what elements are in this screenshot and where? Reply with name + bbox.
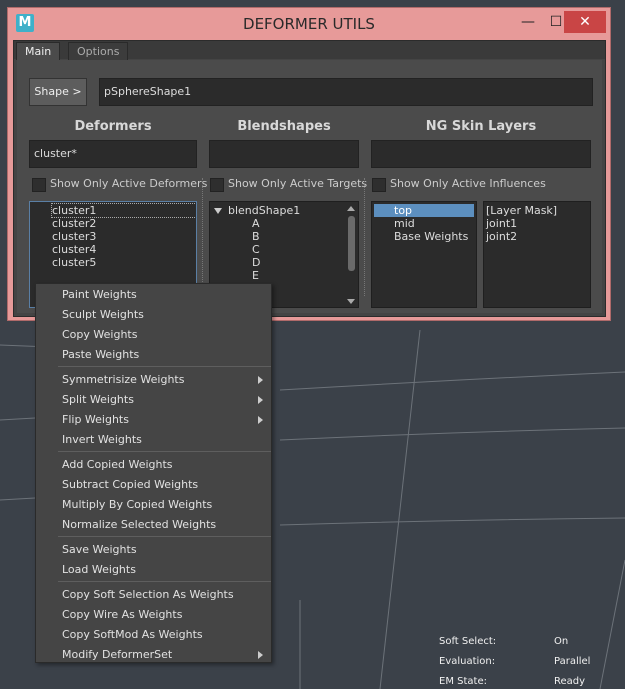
menu-item-copy-softmod[interactable]: Copy SoftMod As Weights bbox=[62, 627, 203, 643]
main-panel: Shape > pSphereShape1 Deformers Blendsha… bbox=[17, 60, 602, 313]
active-targets-label: Show Only Active Targets bbox=[228, 177, 368, 190]
list-item[interactable]: joint2 bbox=[486, 230, 590, 243]
tab-bar: Main Options bbox=[14, 41, 605, 60]
menu-item-copy-wire[interactable]: Copy Wire As Weights bbox=[62, 607, 182, 623]
active-influences-checkbox[interactable] bbox=[372, 178, 386, 192]
menu-item-load-weights[interactable]: Load Weights bbox=[62, 562, 136, 578]
menu-item-save-weights[interactable]: Save Weights bbox=[62, 542, 137, 558]
influences-list[interactable]: [Layer Mask] joint1 joint2 bbox=[483, 201, 591, 308]
list-item[interactable]: joint1 bbox=[486, 217, 590, 230]
menu-item-symmetrisize-weights[interactable]: Symmetrisize Weights bbox=[62, 372, 184, 388]
deformers-filter-field[interactable]: cluster* bbox=[29, 140, 197, 168]
layers-list[interactable]: top mid Base Weights bbox=[371, 201, 477, 308]
menu-item-subtract-copied-weights[interactable]: Subtract Copied Weights bbox=[62, 477, 198, 493]
menu-item-normalize-selected-weights[interactable]: Normalize Selected Weights bbox=[62, 517, 216, 533]
menu-item-paste-weights[interactable]: Paste Weights bbox=[62, 347, 139, 363]
ng-skin-filter-field[interactable] bbox=[371, 140, 591, 168]
menu-separator bbox=[58, 366, 271, 367]
column-divider bbox=[364, 178, 366, 296]
menu-item-modify-deformerset[interactable]: Modify DeformerSet bbox=[62, 647, 172, 663]
menu-item-copy-weights[interactable]: Copy Weights bbox=[62, 327, 137, 343]
active-targets-checkbox[interactable] bbox=[210, 178, 224, 192]
list-item[interactable]: cluster3 bbox=[52, 230, 196, 243]
list-item[interactable]: B bbox=[214, 230, 358, 243]
menu-item-paint-weights[interactable]: Paint Weights bbox=[62, 287, 137, 303]
list-item[interactable]: A bbox=[214, 217, 358, 230]
active-deformers-checkbox[interactable] bbox=[32, 178, 46, 192]
expand-arrow-icon[interactable] bbox=[214, 208, 222, 214]
menu-separator bbox=[58, 451, 271, 452]
em-state-label: EM State: bbox=[439, 676, 487, 687]
active-influences-label: Show Only Active Influences bbox=[390, 177, 546, 190]
tree-root-label: blendShape1 bbox=[228, 204, 301, 217]
menu-item-copy-soft-selection[interactable]: Copy Soft Selection As Weights bbox=[62, 587, 234, 603]
deformers-header: Deformers bbox=[74, 119, 152, 134]
em-state-value: Ready bbox=[554, 676, 586, 687]
tab-main[interactable]: Main bbox=[16, 42, 61, 60]
deformer-utils-window: M DEFORMER UTILS — ☐ ✕ Main Options Shap… bbox=[7, 7, 611, 321]
tab-options[interactable]: Options bbox=[68, 42, 129, 60]
minimize-button[interactable]: — bbox=[514, 11, 542, 33]
tree-root-item[interactable]: blendShape1 bbox=[214, 204, 358, 217]
close-button[interactable]: ✕ bbox=[564, 11, 606, 33]
window-content: Main Options Shape > pSphereShape1 Defor… bbox=[13, 40, 606, 317]
blendshapes-scrollbar[interactable] bbox=[346, 204, 357, 306]
shape-button[interactable]: Shape > bbox=[29, 78, 87, 106]
blendshapes-filter-field[interactable] bbox=[209, 140, 359, 168]
column-divider bbox=[202, 178, 204, 296]
submenu-arrow-icon bbox=[258, 416, 263, 424]
scroll-down-arrow-icon[interactable] bbox=[347, 299, 355, 304]
list-item[interactable]: Base Weights bbox=[374, 230, 474, 243]
menu-separator bbox=[58, 536, 271, 537]
menu-item-sculpt-weights[interactable]: Sculpt Weights bbox=[62, 307, 144, 323]
menu-separator bbox=[58, 581, 271, 582]
scrollbar-thumb[interactable] bbox=[348, 216, 355, 271]
list-item[interactable]: [Layer Mask] bbox=[486, 204, 590, 217]
evaluation-value: Parallel bbox=[554, 656, 591, 667]
active-deformers-label: Show Only Active Deformers bbox=[50, 177, 208, 190]
scroll-up-arrow-icon[interactable] bbox=[347, 206, 355, 211]
list-item[interactable]: cluster1 bbox=[51, 203, 196, 218]
list-item[interactable]: cluster2 bbox=[52, 217, 196, 230]
evaluation-label: Evaluation: bbox=[439, 656, 496, 667]
soft-select-value: On bbox=[554, 636, 569, 647]
list-item[interactable]: E bbox=[214, 269, 358, 282]
submenu-arrow-icon bbox=[258, 376, 263, 384]
list-item[interactable]: mid bbox=[374, 217, 474, 230]
list-item[interactable]: D bbox=[214, 256, 358, 269]
list-item[interactable]: cluster4 bbox=[52, 243, 196, 256]
menu-item-multiply-by-copied-weights[interactable]: Multiply By Copied Weights bbox=[62, 497, 212, 513]
list-item[interactable]: cluster5 bbox=[52, 256, 196, 269]
ng-skin-layers-header: NG Skin Layers bbox=[425, 119, 537, 134]
menu-item-flip-weights[interactable]: Flip Weights bbox=[62, 412, 129, 428]
submenu-arrow-icon bbox=[258, 396, 263, 404]
list-item[interactable]: C bbox=[214, 243, 358, 256]
blendshapes-header: Blendshapes bbox=[237, 119, 331, 134]
menu-item-split-weights[interactable]: Split Weights bbox=[62, 392, 134, 408]
submenu-arrow-icon bbox=[258, 651, 263, 659]
soft-select-label: Soft Select: bbox=[439, 636, 497, 647]
menu-item-invert-weights[interactable]: Invert Weights bbox=[62, 432, 142, 448]
title-bar[interactable]: M DEFORMER UTILS — ☐ ✕ bbox=[8, 8, 610, 38]
menu-item-add-copied-weights[interactable]: Add Copied Weights bbox=[62, 457, 173, 473]
context-menu: Paint Weights Sculpt Weights Copy Weight… bbox=[35, 283, 272, 663]
shape-field[interactable]: pSphereShape1 bbox=[99, 78, 593, 106]
list-item[interactable]: top bbox=[374, 204, 474, 217]
